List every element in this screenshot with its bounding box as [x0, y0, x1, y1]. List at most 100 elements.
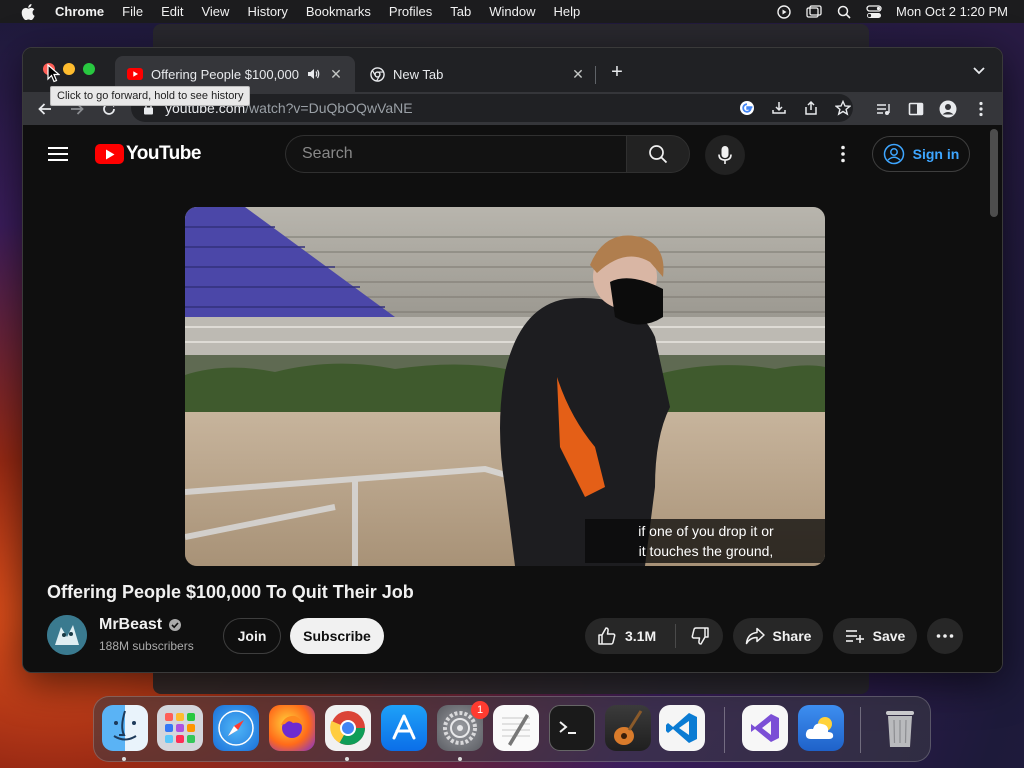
menu-history[interactable]: History	[238, 4, 296, 19]
thumbs-down-icon	[691, 627, 709, 645]
video-frame	[185, 207, 825, 566]
channel-name[interactable]: MrBeast	[99, 616, 182, 634]
visual-studio-icon[interactable]	[742, 705, 788, 751]
control-center-icon[interactable]	[866, 4, 882, 19]
menu-view[interactable]: View	[192, 4, 238, 19]
bookmark-star-icon[interactable]	[833, 98, 853, 118]
menu-app-name[interactable]: Chrome	[46, 4, 113, 19]
google-lens-icon[interactable]	[737, 98, 757, 118]
verified-icon	[169, 619, 182, 631]
dock-running-indicator	[122, 757, 126, 761]
youtube-icon	[127, 66, 143, 82]
chrome-app-icon[interactable]	[325, 705, 371, 751]
youtube-logo-text: YouTube	[126, 143, 201, 164]
like-dislike-group: 3.1M	[585, 618, 723, 654]
tab-title: New Tab	[393, 66, 444, 82]
close-tab-icon[interactable]: ✕	[571, 66, 585, 83]
notification-badge: 1	[471, 701, 489, 719]
launchpad-icon[interactable]	[157, 705, 203, 751]
more-actions-button[interactable]	[927, 618, 963, 654]
search-input[interactable]	[302, 145, 627, 163]
menu-file[interactable]: File	[113, 4, 152, 19]
weather-icon[interactable]	[798, 705, 844, 751]
caption-line: it touches the ground,	[638, 543, 774, 559]
dock-running-indicator	[345, 757, 349, 761]
forward-tooltip: Click to go forward, hold to see history	[50, 86, 251, 106]
microphone-icon	[718, 146, 732, 164]
youtube-page: YouTube Sign in	[23, 125, 1002, 672]
tab-search-icon[interactable]	[972, 63, 988, 79]
guide-menu-icon[interactable]	[48, 147, 68, 161]
install-app-icon[interactable]	[769, 98, 789, 118]
search-icon	[649, 145, 668, 164]
mouse-cursor-icon	[47, 63, 61, 88]
youtube-play-icon	[95, 144, 124, 164]
finder-icon[interactable]	[102, 705, 148, 751]
menu-profiles[interactable]: Profiles	[380, 4, 441, 19]
terminal-icon[interactable]	[549, 705, 595, 751]
menu-tab[interactable]: Tab	[441, 4, 480, 19]
like-button[interactable]: 3.1M	[585, 618, 675, 654]
youtube-logo[interactable]: YouTube	[95, 143, 201, 165]
screen-mirroring-icon[interactable]	[806, 4, 822, 19]
apple-menu-icon[interactable]	[16, 3, 40, 20]
video-title: Offering People $100,000 To Quit Their J…	[47, 582, 414, 602]
channel-avatar[interactable]	[47, 615, 87, 655]
profile-icon[interactable]	[936, 97, 960, 121]
media-controls-icon[interactable]	[871, 97, 895, 121]
dock: 1	[93, 696, 931, 762]
close-tab-icon[interactable]: ✕	[329, 66, 343, 83]
menu-bookmarks[interactable]: Bookmarks	[297, 4, 380, 19]
caption-line: if one of you drop it or	[638, 523, 774, 539]
address-path: /watch?v=DuQbOQwVaNE	[245, 100, 413, 116]
new-tab-button[interactable]: +	[607, 62, 627, 82]
share-arrow-icon	[745, 627, 765, 645]
chrome-window: Offering People $100,000 To Quit Their J…	[22, 47, 1003, 673]
garageband-icon[interactable]	[605, 705, 651, 751]
video-player[interactable]: if one of you drop it or it touches the …	[185, 207, 825, 566]
safari-icon[interactable]	[213, 705, 259, 751]
menubar: Chrome File Edit View History Bookmarks …	[0, 0, 1024, 23]
tab-separator	[595, 66, 596, 84]
voice-search-button[interactable]	[705, 135, 745, 175]
settings-menu-icon[interactable]	[835, 144, 851, 164]
menu-help[interactable]: Help	[545, 4, 590, 19]
subscriber-count: 188M subscribers	[99, 639, 194, 653]
media-play-icon[interactable]	[776, 4, 792, 19]
menubar-clock[interactable]: Mon Oct 2 1:20 PM	[896, 4, 1008, 19]
firefox-icon[interactable]	[269, 705, 315, 751]
spotlight-search-icon[interactable]	[836, 5, 852, 19]
playlist-add-icon	[845, 630, 864, 643]
sign-in-button[interactable]: Sign in	[872, 136, 970, 172]
tab-audio-icon[interactable]	[307, 68, 321, 80]
join-button[interactable]: Join	[223, 618, 281, 654]
share-page-icon[interactable]	[801, 98, 821, 118]
account-circle-icon	[883, 143, 904, 165]
dock-separator	[860, 707, 861, 753]
sign-in-label: Sign in	[912, 146, 960, 162]
like-count: 3.1M	[625, 628, 657, 644]
share-button[interactable]: Share	[733, 618, 823, 654]
channel-name-text: MrBeast	[99, 616, 163, 633]
trash-icon[interactable]	[877, 705, 923, 751]
search-button[interactable]	[626, 135, 690, 173]
subscribe-button[interactable]: Subscribe	[290, 618, 384, 654]
app-store-icon[interactable]	[381, 705, 427, 751]
zoom-window-button[interactable]	[83, 63, 95, 75]
save-button[interactable]: Save	[833, 618, 917, 654]
menu-edit[interactable]: Edit	[152, 4, 192, 19]
page-scrollbar[interactable]	[990, 129, 998, 217]
search-box[interactable]	[285, 135, 627, 173]
tab-new-tab[interactable]: New Tab ✕	[359, 56, 597, 92]
vscode-icon[interactable]	[659, 705, 705, 751]
side-panel-icon[interactable]	[904, 97, 928, 121]
minimize-window-button[interactable]	[63, 63, 75, 75]
menu-window[interactable]: Window	[480, 4, 544, 19]
dislike-button[interactable]	[676, 618, 723, 654]
video-caption: if one of you drop it or it touches the …	[585, 519, 825, 563]
textedit-icon[interactable]	[493, 705, 539, 751]
share-label: Share	[772, 628, 812, 644]
save-label: Save	[872, 628, 906, 644]
chrome-menu-icon[interactable]	[969, 97, 993, 121]
thumbs-up-icon	[598, 627, 616, 645]
